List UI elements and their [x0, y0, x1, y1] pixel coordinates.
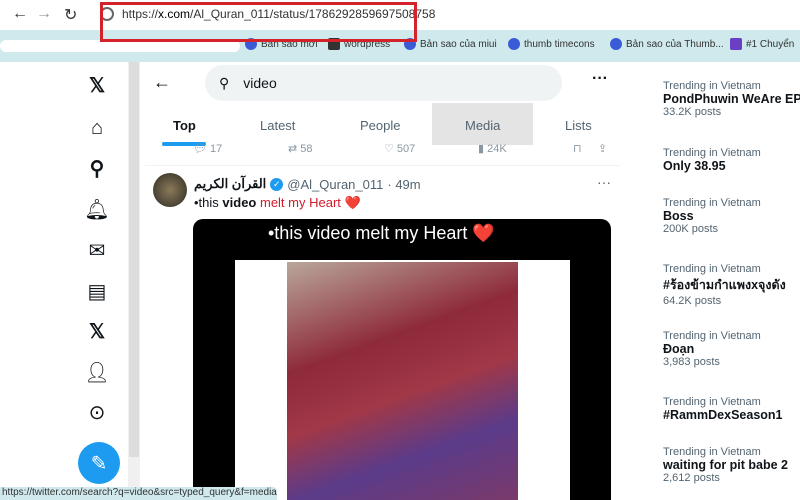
profile-person-icon[interactable]: 👤︎ [84, 359, 110, 385]
home-icon[interactable]: ⌂ [84, 115, 110, 141]
trend-item[interactable]: Trending in Vietnam waiting for pit babe … [663, 446, 788, 484]
feather-plus-icon: ✎ [90, 452, 108, 475]
tab-top[interactable]: Top [173, 118, 196, 133]
search-query: video [243, 75, 277, 91]
bookmark[interactable]: #1 Chuyển [730, 38, 794, 50]
bookmark[interactable]: Bản sao của miui [404, 38, 497, 50]
video-thumbnail[interactable] [287, 262, 518, 500]
author-name[interactable]: القرآن الكريم [194, 176, 266, 192]
share-icon[interactable]: ⇪ [598, 142, 607, 155]
scrollbar-thumb[interactable] [129, 62, 139, 457]
messages-mail-icon[interactable]: ✉ [84, 237, 110, 263]
trend-item[interactable]: Trending in Vietnam #RammDexSeason1 [663, 396, 783, 422]
tweet-more-icon[interactable]: ··· [597, 174, 611, 190]
bookmark[interactable]: thumb timecons [508, 38, 595, 50]
trend-item[interactable]: Trending in Vietnam Đoạn 3,983 posts [663, 330, 761, 368]
back-icon[interactable]: ← [12, 5, 28, 23]
tab-latest[interactable]: Latest [260, 118, 295, 133]
explore-search-icon[interactable]: ⚲ [84, 155, 110, 181]
bookmark-icon[interactable]: ⊓ [573, 142, 582, 155]
search-icon: ⚲ [219, 74, 230, 91]
bookmark[interactable]: Bản sao của Thumb... [610, 38, 724, 50]
trend-item[interactable]: Trending in Vietnam Boss 200K posts [663, 197, 761, 235]
link-status-bar: https://twitter.com/search?q=video&src=t… [0, 487, 277, 500]
view-count[interactable]: ▮ 24K [478, 142, 507, 155]
x-logo-icon[interactable]: 𝕏 [84, 72, 110, 98]
verified-badge-icon: ✓ [270, 177, 284, 191]
notifications-bell-icon[interactable]: 🔔︎ [84, 196, 110, 222]
author-handle[interactable]: @Al_Quran_011 [287, 177, 383, 192]
trend-item[interactable]: Trending in Vietnam Only 38.95 [663, 147, 761, 173]
tweet-header: القرآن الكريم ✓ @Al_Quran_011 · 49m [194, 176, 421, 192]
search-input[interactable]: ⚲ video [205, 65, 562, 101]
like-count[interactable]: ♡ 507 [384, 142, 415, 155]
avatar[interactable] [153, 173, 187, 207]
reply-count[interactable]: 💬︎ 17 [193, 142, 222, 155]
compose-post-button[interactable]: ✎ [78, 442, 120, 484]
premium-x-icon[interactable]: 𝕏 [84, 318, 110, 344]
trend-item[interactable]: Trending in Vietnam #ร้องข้ามกำแพงxจุงดัง… [663, 263, 786, 307]
more-options-icon[interactable]: ··· [592, 70, 608, 88]
tab-lists[interactable]: Lists [565, 118, 592, 133]
back-arrow-icon[interactable]: ← [153, 72, 171, 93]
url-highlight-box [100, 2, 417, 42]
repost-count[interactable]: ⇄ 58 [288, 142, 313, 155]
divider [145, 165, 620, 166]
more-circle-icon[interactable]: ⊙ [84, 399, 110, 425]
tweet-time[interactable]: · 49m [387, 177, 420, 192]
lists-icon[interactable]: ▤ [84, 278, 110, 304]
tab-media[interactable]: Media [465, 118, 500, 133]
reload-icon[interactable]: ↻ [64, 5, 77, 25]
video-caption: •this video melt my Heart ❤️ [268, 223, 495, 243]
trend-item[interactable]: Trending in Vietnam PondPhuwin WeAre EP5 3… [663, 80, 800, 118]
tweet-text: •this video melt my Heart ❤️ [194, 195, 361, 210]
forward-icon[interactable]: → [36, 5, 52, 23]
trends-panel: Trending in Vietnam PondPhuwin WeAre EP5 3… [650, 62, 800, 500]
tab-people[interactable]: People [360, 118, 400, 133]
